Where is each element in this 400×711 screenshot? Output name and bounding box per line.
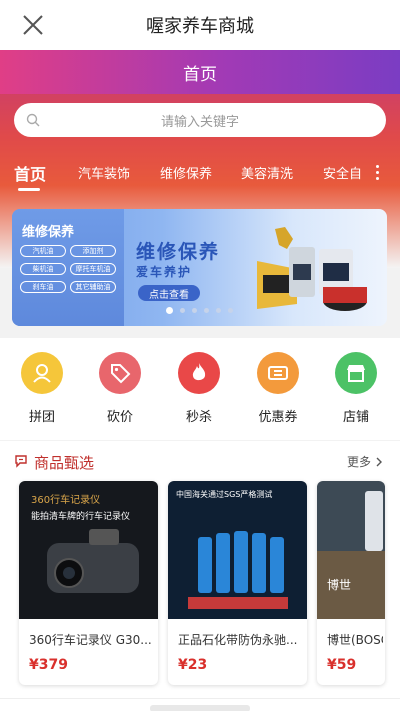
quick-group-buy[interactable]: 拼团 [12,352,72,425]
active-tab-indicator [18,188,40,191]
banner-pill: 刹车油 [20,281,66,293]
banner-pill: 摩托车机油 [70,263,116,275]
flame-icon [178,352,220,394]
quick-bargain[interactable]: 砍价 [90,352,150,425]
fuel-additive-product-image: 中国海关通过SGS严格测试 [168,481,307,619]
chat-bubble-icon [15,455,27,468]
bargain-tag-icon [99,352,141,394]
banner-main-title: 维修保养 [136,241,221,263]
tab-maintenance[interactable]: 维修保养 [160,163,212,182]
product-price: ¥379 [29,657,68,673]
more-tabs-icon[interactable] [368,160,386,184]
pagination-dot[interactable] [204,308,209,313]
featured-products-section: 商品甄选 更多 360行车记录仪 能拍清车牌的行车记录仪 360行车记录仪 G3… [0,440,400,698]
quick-label: 拼团 [28,410,55,425]
banner-pill: 添加剂 [70,245,116,257]
next-section-title [150,705,250,711]
banner-subtitle: 爱车养护 [136,265,193,279]
product-name: 360行车记录仪 G30... [29,633,152,647]
img-text: 博世 [327,577,351,592]
quick-label: 优惠券 [258,410,298,425]
app-title: 喔家养车商城 [146,16,254,37]
banner-pill: 柴机油 [20,263,66,275]
quick-actions: 拼团 砍价 秒杀 优惠券 店铺 [0,338,400,440]
category-tabs: 首页 汽车装饰 维修保养 美容清洗 安全自 [0,152,400,192]
group-buy-icon [21,352,63,394]
product-card[interactable]: 360行车记录仪 能拍清车牌的行车记录仪 360行车记录仪 G30... ¥37… [19,481,158,685]
quick-store[interactable]: 店铺 [326,352,386,425]
pagination-dot[interactable] [166,307,173,314]
quick-flash-sale[interactable]: 秒杀 [169,352,229,425]
more-label: 更多 [347,455,372,469]
pagination-dot[interactable] [216,308,221,313]
next-section-peek [0,698,400,711]
top-bar: 喔家养车商城 [0,0,400,50]
search-icon [26,113,40,127]
img-text: 360行车记录仪 [31,493,100,506]
quick-coupon[interactable]: 优惠券 [248,352,308,425]
product-card[interactable]: 中国海关通过SGS严格测试 正品石化带防伪永驰... ¥23 [168,481,307,685]
tab-car-decoration[interactable]: 汽车装饰 [78,163,130,182]
pagination-dot[interactable] [180,308,185,313]
chevron-right-icon [376,457,383,466]
promo-banner[interactable]: 维修保养 汽机油 添加剂 柴机油 摩托车机油 刹车油 其它辅助油 维修保养 爱车… [12,209,387,326]
quick-label: 店铺 [342,410,369,425]
pagination-dot[interactable] [228,308,233,313]
page-title: 首页 [0,50,400,94]
quick-label: 砍价 [106,410,133,425]
banner-pill: 汽机油 [20,245,66,257]
banner-pagination [12,307,387,314]
search-placeholder: 请输入关键字 [160,114,239,130]
banner-left-title: 维修保养 [22,225,75,240]
img-text: 中国海关通过SGS严格测试 [176,489,272,499]
close-icon[interactable] [18,10,48,40]
banner-pill: 其它辅助油 [70,281,116,293]
more-link[interactable]: 更多 [347,453,383,470]
store-icon [335,352,377,394]
pagination-dot[interactable] [192,308,197,313]
product-price: ¥23 [178,657,208,673]
product-price: ¥59 [327,657,357,673]
dashcam-product-image: 360行车记录仪 能拍清车牌的行车记录仪 [19,481,158,619]
tab-beauty-cleaning[interactable]: 美容清洗 [241,163,293,182]
search-input[interactable]: 请输入关键字 [14,103,386,137]
bosch-product-image: 博世 [317,481,385,619]
tab-safety[interactable]: 安全自 [323,163,362,182]
product-name: 正品石化带防伪永驰... [178,633,298,647]
banner-view-button[interactable]: 点击查看 [138,285,200,301]
product-card[interactable]: 博世 博世(BOSC ¥59 [317,481,385,685]
tab-home[interactable]: 首页 [14,161,46,185]
coupon-icon [257,352,299,394]
quick-label: 秒杀 [185,410,212,425]
section-title: 商品甄选 [34,454,95,472]
img-text: 能拍清车牌的行车记录仪 [31,510,130,522]
product-name: 博世(BOSC [327,633,383,647]
